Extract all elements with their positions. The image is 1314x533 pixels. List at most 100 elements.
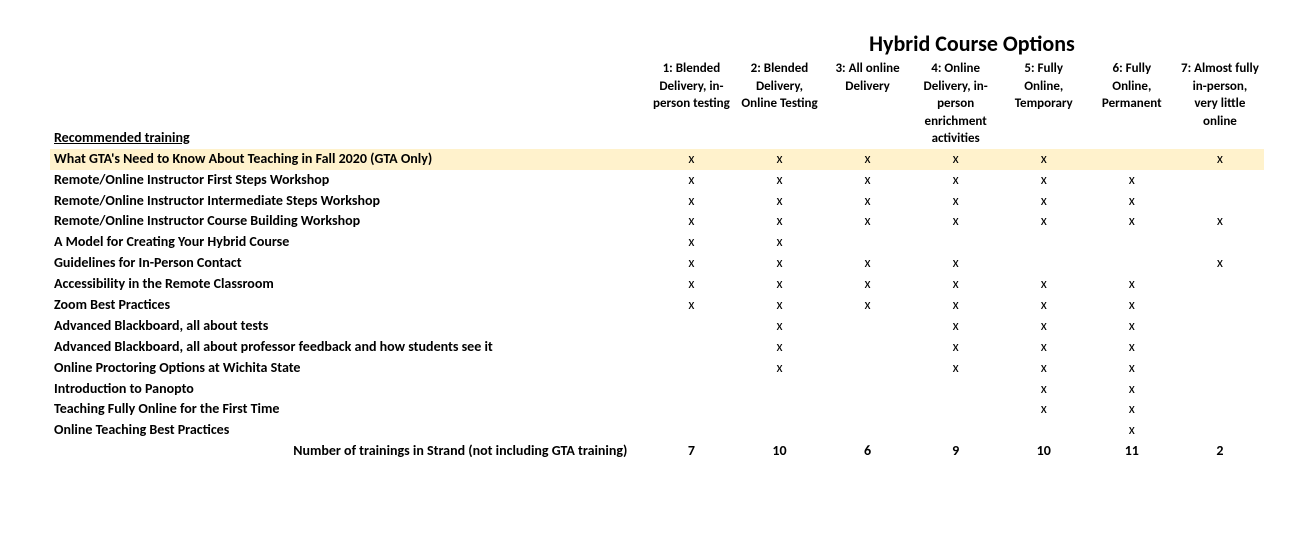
cell: x bbox=[1000, 399, 1088, 420]
cell bbox=[1176, 170, 1264, 191]
table-row: Accessibility in the Remote Classroomxxx… bbox=[50, 274, 1264, 295]
cell bbox=[824, 358, 912, 379]
row-label: Remote/Online Instructor Intermediate St… bbox=[50, 191, 647, 212]
cell: x bbox=[1000, 337, 1088, 358]
cell: x bbox=[1088, 170, 1176, 191]
training-matrix-table: Recommended training 1: Blended Delivery… bbox=[50, 59, 1264, 462]
cell bbox=[824, 420, 912, 441]
cell bbox=[912, 232, 1000, 253]
totals-cell: 11 bbox=[1088, 441, 1176, 462]
table-row: Teaching Fully Online for the First Time… bbox=[50, 399, 1264, 420]
cell: x bbox=[735, 358, 823, 379]
super-header: Hybrid Course Options bbox=[680, 30, 1264, 57]
row-label: Introduction to Panopto bbox=[50, 379, 647, 400]
cell: x bbox=[1000, 358, 1088, 379]
cell: x bbox=[1176, 211, 1264, 232]
totals-row: Number of trainings in Strand (not inclu… bbox=[50, 441, 1264, 462]
cell: x bbox=[1088, 337, 1176, 358]
cell: x bbox=[735, 337, 823, 358]
cell: x bbox=[912, 337, 1000, 358]
cell: x bbox=[824, 191, 912, 212]
cell: x bbox=[1088, 379, 1176, 400]
cell: x bbox=[1088, 316, 1176, 337]
row-label: Zoom Best Practices bbox=[50, 295, 647, 316]
cell: x bbox=[1088, 274, 1176, 295]
cell: x bbox=[735, 149, 823, 170]
cell bbox=[647, 337, 735, 358]
cell: x bbox=[735, 170, 823, 191]
cell bbox=[1176, 399, 1264, 420]
cell bbox=[824, 379, 912, 400]
cell bbox=[1176, 379, 1264, 400]
totals-cell: 9 bbox=[912, 441, 1000, 462]
cell: x bbox=[824, 149, 912, 170]
cell bbox=[647, 420, 735, 441]
cell: x bbox=[647, 149, 735, 170]
table-row: Online Proctoring Options at Wichita Sta… bbox=[50, 358, 1264, 379]
cell: x bbox=[647, 170, 735, 191]
cell bbox=[1176, 274, 1264, 295]
cell: x bbox=[735, 316, 823, 337]
cell: x bbox=[912, 149, 1000, 170]
cell bbox=[1176, 316, 1264, 337]
cell: x bbox=[1000, 211, 1088, 232]
cell bbox=[647, 379, 735, 400]
row-label: A Model for Creating Your Hybrid Course bbox=[50, 232, 647, 253]
table-row: Remote/Online Instructor Intermediate St… bbox=[50, 191, 1264, 212]
table-row: Online Teaching Best Practices x bbox=[50, 420, 1264, 441]
cell bbox=[912, 420, 1000, 441]
cell: x bbox=[735, 274, 823, 295]
col-header-3: 3: All online Delivery bbox=[824, 59, 912, 149]
cell: x bbox=[912, 253, 1000, 274]
cell: x bbox=[647, 295, 735, 316]
totals-cell: 2 bbox=[1176, 441, 1264, 462]
table-row: Advanced Blackboard, all about professor… bbox=[50, 337, 1264, 358]
cell bbox=[912, 379, 1000, 400]
row-label: Teaching Fully Online for the First Time bbox=[50, 399, 647, 420]
cell: x bbox=[647, 253, 735, 274]
cell bbox=[647, 316, 735, 337]
cell bbox=[1176, 420, 1264, 441]
cell bbox=[1176, 295, 1264, 316]
cell bbox=[1088, 232, 1176, 253]
cell: x bbox=[735, 295, 823, 316]
cell: x bbox=[1176, 149, 1264, 170]
col-header-5: 5: Fully Online, Temporary bbox=[1000, 59, 1088, 149]
cell bbox=[1000, 420, 1088, 441]
cell: x bbox=[1088, 399, 1176, 420]
cell bbox=[1176, 337, 1264, 358]
cell: x bbox=[1088, 191, 1176, 212]
cell: x bbox=[912, 191, 1000, 212]
cell bbox=[1000, 232, 1088, 253]
cell: x bbox=[1176, 253, 1264, 274]
cell: x bbox=[647, 232, 735, 253]
cell: x bbox=[824, 274, 912, 295]
cell: x bbox=[912, 170, 1000, 191]
row-label: Advanced Blackboard, all about professor… bbox=[50, 337, 647, 358]
table-row: What GTA's Need to Know About Teaching i… bbox=[50, 149, 1264, 170]
table-row: Remote/Online Instructor First Steps Wor… bbox=[50, 170, 1264, 191]
cell bbox=[647, 358, 735, 379]
row-label: Online Teaching Best Practices bbox=[50, 420, 647, 441]
row-label: Guidelines for In-Person Contact bbox=[50, 253, 647, 274]
cell bbox=[824, 316, 912, 337]
cell bbox=[824, 399, 912, 420]
table-row: Remote/Online Instructor Course Building… bbox=[50, 211, 1264, 232]
cell: x bbox=[912, 295, 1000, 316]
totals-cell: 10 bbox=[735, 441, 823, 462]
row-label: Remote/Online Instructor First Steps Wor… bbox=[50, 170, 647, 191]
cell bbox=[912, 399, 1000, 420]
totals-cell: 7 bbox=[647, 441, 735, 462]
col-header-7: 7: Almost fully in-person, very little o… bbox=[1176, 59, 1264, 149]
cell: x bbox=[735, 253, 823, 274]
cell bbox=[1176, 191, 1264, 212]
cell: x bbox=[912, 211, 1000, 232]
cell bbox=[1000, 253, 1088, 274]
cell: x bbox=[912, 274, 1000, 295]
cell: x bbox=[1088, 420, 1176, 441]
cell bbox=[647, 399, 735, 420]
cell: x bbox=[647, 211, 735, 232]
table-body: What GTA's Need to Know About Teaching i… bbox=[50, 149, 1264, 462]
cell: x bbox=[1000, 170, 1088, 191]
table-row: Introduction to Panoptoxx bbox=[50, 379, 1264, 400]
